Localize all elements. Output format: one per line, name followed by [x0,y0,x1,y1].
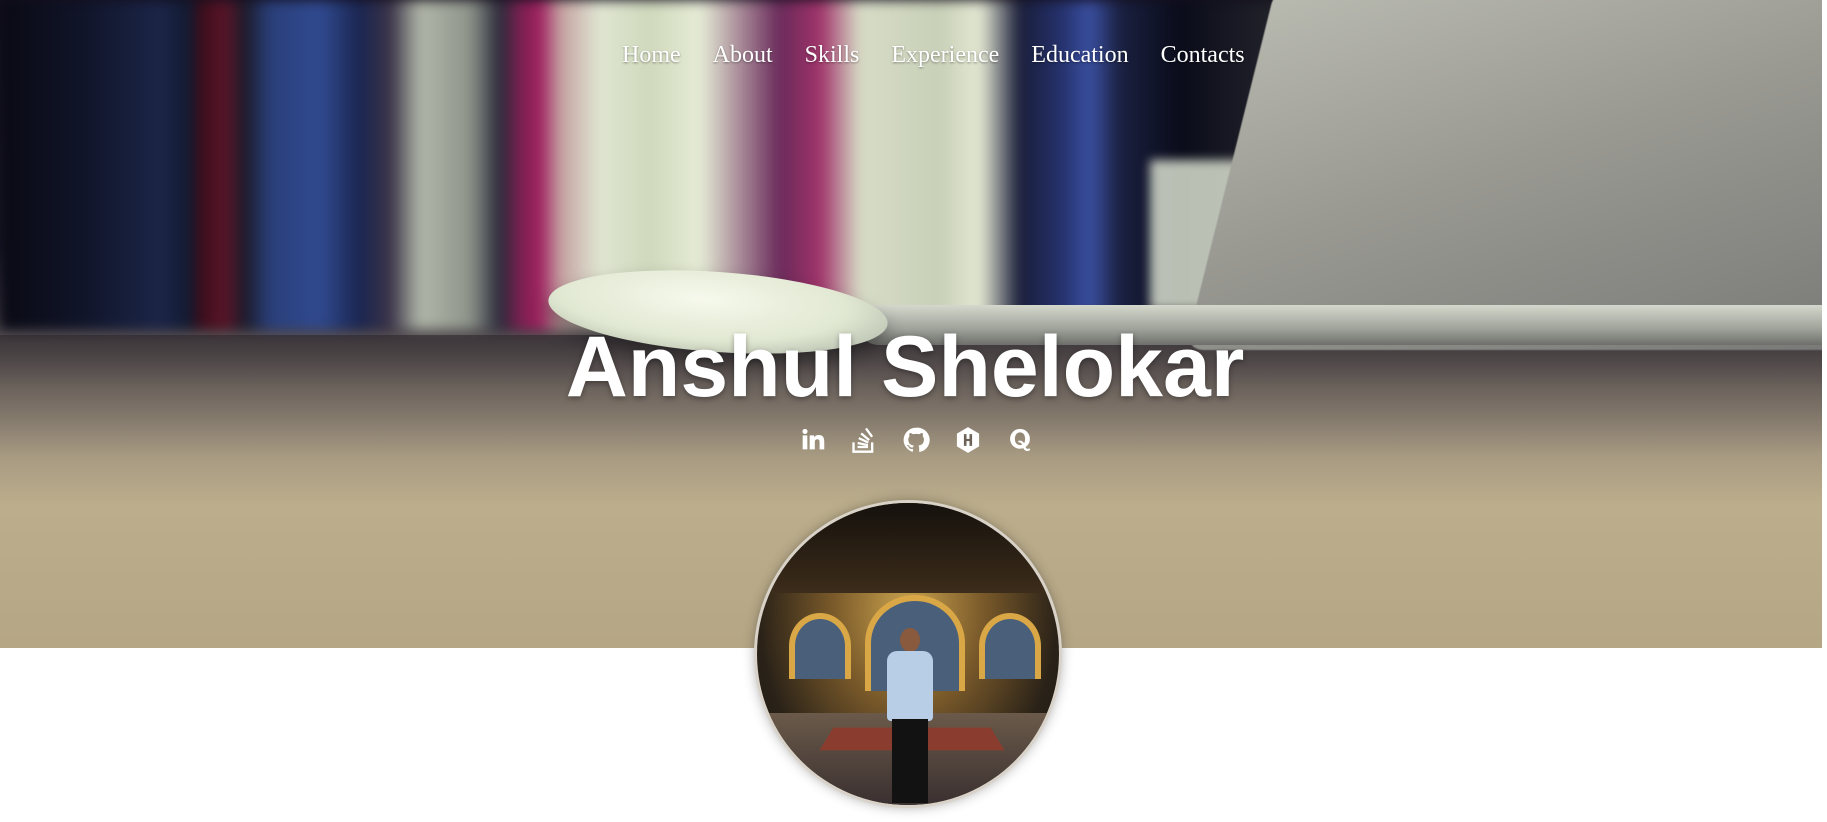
photo-person-head [900,628,920,652]
photo-person-pants [892,719,928,803]
nav-home[interactable]: Home [622,42,681,69]
quora-icon[interactable] [1005,425,1035,455]
photo-ceiling [757,503,1059,593]
nav-education[interactable]: Education [1031,42,1128,69]
background-laptop [1185,0,1822,350]
nav-contacts[interactable]: Contacts [1161,42,1245,69]
hashnode-icon[interactable] [953,425,983,455]
photo-person-shirt [887,651,933,721]
photo-arch-right [979,613,1041,679]
nav-experience[interactable]: Experience [891,42,999,69]
nav-skills[interactable]: Skills [805,42,860,69]
stackoverflow-icon[interactable] [849,425,879,455]
social-links [797,425,1057,455]
github-icon[interactable] [901,425,931,455]
linkedin-icon[interactable] [797,425,827,455]
avatar [757,503,1059,805]
hero-name: Anshul Shelokar [565,319,1245,415]
nav-about[interactable]: About [713,42,773,69]
photo-arch-left [789,613,851,679]
